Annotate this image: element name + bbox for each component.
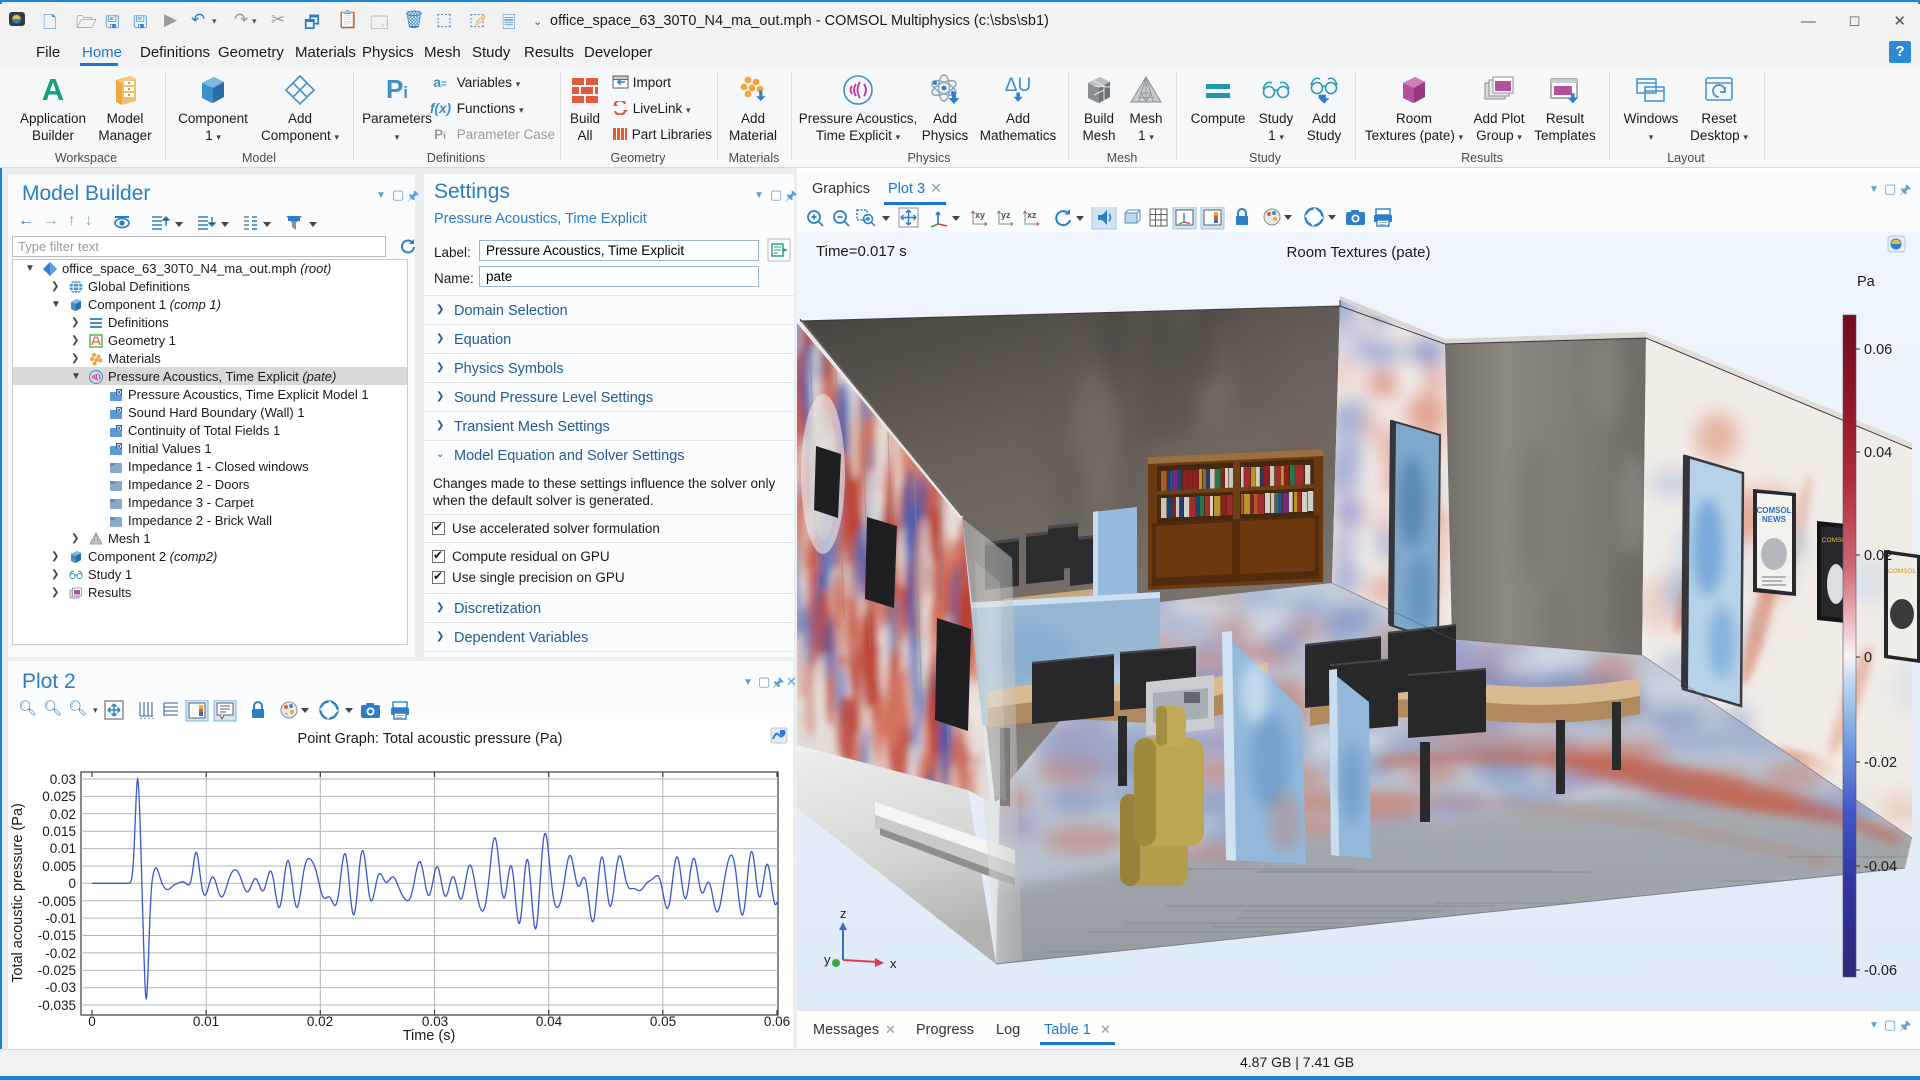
svg-text:xy: xy [975,210,985,220]
svg-text:Point Graph: Total acoustic pr: Point Graph: Total acoustic pressure (Pa… [298,731,563,747]
svg-text:Time (s): Time (s) [403,1028,456,1044]
svg-text:0.015: 0.015 [42,824,76,839]
svg-text:0.05: 0.05 [650,1014,676,1029]
svg-text:-0.025: -0.025 [38,963,76,978]
svg-text:-0.035: -0.035 [38,998,76,1013]
svg-text:-0.015: -0.015 [38,928,76,943]
svg-text:0.04: 0.04 [1864,445,1892,461]
svg-text:0.02: 0.02 [1864,548,1892,564]
svg-text:0.02: 0.02 [307,1014,333,1029]
svg-text:D: D [117,409,122,415]
svg-text:D: D [117,427,122,433]
svg-text:0: 0 [1864,650,1872,666]
svg-text:0.06: 0.06 [1864,342,1892,358]
svg-text:-0.03: -0.03 [45,980,76,995]
svg-text:0.06: 0.06 [764,1014,790,1029]
svg-text:COMSOL: COMSOL [1756,506,1791,515]
svg-text:-0.005: -0.005 [38,894,76,909]
svg-text:0.005: 0.005 [42,859,76,874]
svg-text:0: 0 [88,1014,96,1029]
svg-text:0.03: 0.03 [50,772,76,787]
svg-text:0.01: 0.01 [193,1014,219,1029]
svg-text:-0.02: -0.02 [45,946,76,961]
svg-text:-0.01: -0.01 [45,911,76,926]
svg-text:-0.02: -0.02 [1864,755,1897,771]
svg-text:Total acoustic pressure (Pa): Total acoustic pressure (Pa) [10,803,26,983]
svg-text:z: z [840,906,847,921]
svg-text:xz: xz [1027,210,1037,220]
svg-text:Pa: Pa [1857,274,1876,290]
svg-text:yz: yz [1001,210,1011,220]
svg-text:D: D [117,445,122,451]
svg-text:0.02: 0.02 [50,807,76,822]
svg-text:y: y [824,952,831,967]
svg-text:0.04: 0.04 [536,1014,563,1029]
svg-text:-0.04: -0.04 [1864,859,1897,875]
svg-text:D: D [117,391,122,397]
svg-text:0.03: 0.03 [422,1014,448,1029]
svg-text:0.01: 0.01 [50,841,76,856]
svg-text:-0.06: -0.06 [1864,963,1897,979]
svg-text:x: x [890,956,897,971]
svg-text:0: 0 [68,876,76,891]
svg-text:COMSOL: COMSOL [1888,568,1917,575]
svg-text:NEWS: NEWS [1762,515,1787,524]
svg-text:0.025: 0.025 [42,789,76,804]
